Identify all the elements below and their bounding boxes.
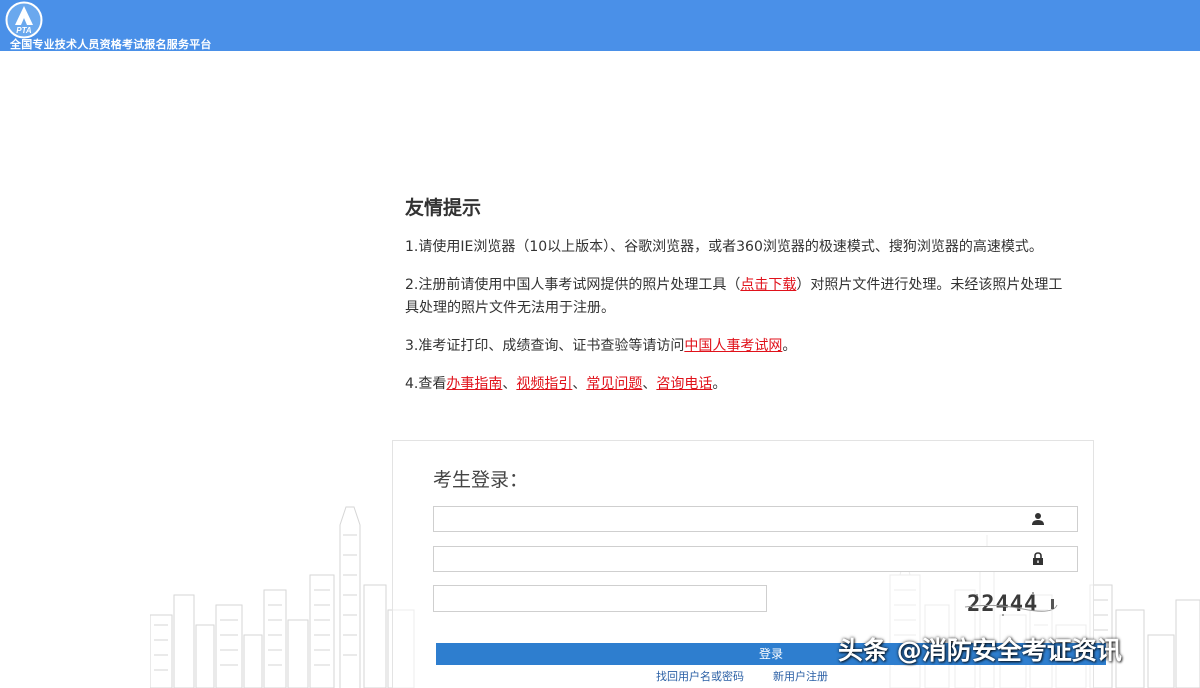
cpta-website-link[interactable]: 中国人事考试网 bbox=[684, 338, 782, 354]
download-link[interactable]: 点击下载 bbox=[740, 277, 796, 293]
notice-section: 友情提示 1.请使用IE浏览器（10以上版本）、谷歌浏览器，或者360浏览器的极… bbox=[405, 196, 1075, 411]
pta-logo-icon[interactable]: PTA bbox=[4, 1, 44, 39]
username-input[interactable] bbox=[434, 507, 1077, 531]
notice-text: 2.注册前请使用中国人事考试网提供的照片处理工具（ bbox=[405, 277, 741, 293]
separator: 、 bbox=[642, 376, 657, 392]
site-title: 全国专业技术人员资格考试报名服务平台 bbox=[10, 38, 212, 51]
faq-link[interactable]: 常见问题 bbox=[586, 376, 642, 392]
notice-item-cpta: 3.准考证打印、成绩查询、证书查验等请访问中国人事考试网。 bbox=[405, 335, 1075, 358]
captcha-text: 22444 bbox=[967, 592, 1038, 617]
separator: 、 bbox=[572, 376, 587, 392]
watermark-text: 头条 @消防安全考证资讯 bbox=[838, 636, 1122, 665]
notice-item-browser: 1.请使用IE浏览器（10以上版本）、谷歌浏览器，或者360浏览器的极速模式、搜… bbox=[405, 239, 1043, 255]
captcha-input[interactable] bbox=[434, 586, 766, 611]
register-link[interactable]: 新用户注册 bbox=[773, 670, 828, 684]
notice-text: 3.准考证打印、成绩查询、证书查验等请访问 bbox=[405, 338, 685, 354]
captcha-image[interactable]: 22444 bbox=[963, 585, 1059, 621]
password-field-wrapper bbox=[433, 546, 1078, 572]
notice-text: 。 bbox=[712, 376, 727, 392]
password-input[interactable] bbox=[434, 547, 1077, 571]
lock-icon bbox=[1033, 552, 1043, 565]
user-icon bbox=[1032, 513, 1044, 525]
notice-item-help: 4.查看办事指南、视频指引、常见问题、咨询电话。 bbox=[405, 373, 1075, 396]
separator: 、 bbox=[502, 376, 517, 392]
notice-item-photo-tool: 2.注册前请使用中国人事考试网提供的照片处理工具（点击下载）对照片文件进行处理。… bbox=[405, 274, 1075, 320]
notice-title: 友情提示 bbox=[405, 197, 482, 219]
logo-text: PTA bbox=[16, 26, 32, 35]
guide-link[interactable]: 办事指南 bbox=[446, 376, 502, 392]
header-bar: PTA 全国专业技术人员资格考试报名服务平台 bbox=[0, 0, 1200, 51]
captcha-field-wrapper bbox=[433, 585, 767, 612]
video-guide-link[interactable]: 视频指引 bbox=[516, 376, 572, 392]
username-field-wrapper bbox=[433, 506, 1078, 532]
login-title: 考生登录： bbox=[433, 469, 529, 491]
contact-phone-link[interactable]: 咨询电话 bbox=[656, 376, 712, 392]
notice-text: 。 bbox=[782, 338, 797, 354]
forgot-credentials-link[interactable]: 找回用户名或密码 bbox=[656, 670, 744, 684]
notice-text: 4.查看 bbox=[405, 376, 447, 392]
